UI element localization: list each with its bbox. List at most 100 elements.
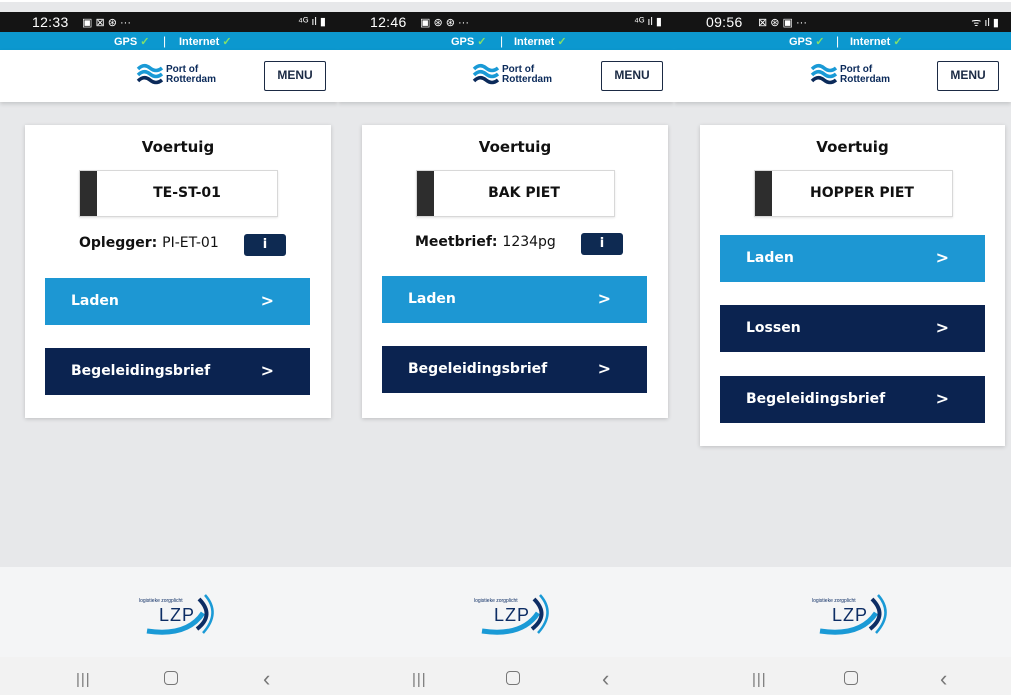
back-icon[interactable]: ‹	[602, 666, 609, 692]
internet-check-icon: ✓	[222, 36, 232, 48]
gps-check-icon: ✓	[815, 36, 825, 48]
vehicle-id: TE-ST-01	[153, 185, 221, 201]
lzp-logo: logistieke zorgplicht LZP	[472, 589, 562, 639]
info-value: 1234pg	[502, 234, 556, 250]
begeleidingsbrief-label: Begeleidingsbrief	[408, 361, 548, 377]
signal-icons: ⁴ᴳ ıl ▮	[298, 16, 326, 28]
lossen-button[interactable]: Lossen >	[720, 305, 985, 352]
footer: logistieke zorgplicht LZP	[0, 567, 338, 657]
internet-check-icon: ✓	[893, 36, 903, 48]
lzp-tagline: logistieke zorgplicht	[812, 598, 856, 604]
logo-text: Port of Rotterdam	[502, 64, 553, 85]
info-key: Oplegger:	[79, 235, 158, 251]
internet-label: Internet	[179, 36, 220, 48]
gps-check-icon: ✓	[477, 36, 487, 48]
home-icon[interactable]	[506, 671, 520, 685]
gps-label: GPS	[114, 36, 138, 48]
vehicle-indicator	[80, 171, 97, 216]
chevron-right-icon: >	[597, 359, 611, 378]
separator: |	[500, 34, 504, 48]
app-header: Port of Rotterdam MENU	[674, 50, 1011, 102]
footer: logistieke zorgplicht LZP	[338, 567, 674, 657]
status-time: 12:46	[370, 14, 407, 30]
separator: |	[163, 34, 167, 48]
chevron-right-icon: >	[260, 361, 274, 380]
home-icon[interactable]	[164, 671, 178, 685]
lzp-text: LZP	[832, 605, 869, 625]
connection-bar: GPS ✓ | Internet ✓	[0, 32, 338, 50]
info-button[interactable]: i	[244, 234, 286, 256]
waves-logo-icon	[810, 64, 838, 85]
menu-button[interactable]: MENU	[937, 61, 999, 91]
status-time: 09:56	[706, 14, 743, 30]
lzp-logo: logistieke zorgplicht LZP	[137, 589, 227, 639]
cropped-caption: oggin	[338, 0, 674, 2]
laden-button[interactable]: Laden >	[720, 235, 985, 282]
recent-apps-icon[interactable]: |||	[76, 671, 91, 688]
menu-button[interactable]: MENU	[601, 61, 663, 91]
signal-icons: ⁴ᴳ ıl ▮	[634, 16, 662, 28]
phone-screen-1: oggin 12:33 ▣ ⊠ ⊛ ··· ⁴ᴳ ıl ▮ GPS ✓ | In…	[0, 0, 338, 695]
home-icon[interactable]	[844, 671, 858, 685]
vehicle-selector[interactable]: HOPPER PIET	[754, 170, 953, 217]
android-nav-bar: ||| ‹	[338, 657, 674, 695]
vehicle-card: Voertuig TE-ST-01 Oplegger: PI-ET-01 i L…	[25, 125, 331, 418]
gps-label: GPS	[451, 36, 475, 48]
info-button[interactable]: i	[581, 233, 623, 255]
measurement-info: Meetbrief: 1234pg	[415, 234, 556, 250]
signal-icons: ᯤ ıl ▮	[971, 17, 999, 29]
chevron-right-icon: >	[260, 291, 274, 310]
status-bar: 12:33 ▣ ⊠ ⊛ ··· ⁴ᴳ ıl ▮	[0, 12, 338, 32]
vehicle-selector[interactable]: BAK PIET	[416, 170, 615, 217]
cropped-caption: oggin	[0, 0, 338, 2]
notification-icons: ▣ ⊠ ⊛ ···	[82, 17, 131, 29]
logo-text: Port of Rotterdam	[840, 64, 891, 85]
lossen-label: Lossen	[746, 320, 801, 336]
notification-icons: ⊠ ⊛ ▣ ···	[758, 17, 807, 29]
back-icon[interactable]: ‹	[263, 666, 270, 692]
app-header: Port of Rotterdam MENU	[0, 50, 338, 102]
recent-apps-icon[interactable]: |||	[412, 671, 427, 688]
logo-text: Port of Rotterdam	[166, 64, 217, 85]
chevron-right-icon: >	[935, 389, 949, 408]
vehicle-selector[interactable]: TE-ST-01	[79, 170, 278, 217]
app-header: Port of Rotterdam MENU	[338, 50, 674, 102]
lzp-logo: logistieke zorgplicht LZP	[810, 589, 900, 639]
chevron-right-icon: >	[935, 248, 949, 267]
back-icon[interactable]: ‹	[940, 666, 947, 692]
begeleidingsbrief-button[interactable]: Begeleidingsbrief >	[382, 346, 647, 393]
recent-apps-icon[interactable]: |||	[752, 671, 767, 688]
chevron-right-icon: >	[597, 289, 611, 308]
laden-button[interactable]: Laden >	[45, 278, 310, 325]
begeleidingsbrief-button[interactable]: Begeleidingsbrief >	[45, 348, 310, 395]
card-title: Voertuig	[478, 138, 552, 156]
menu-button[interactable]: MENU	[264, 61, 326, 91]
footer: logistieke zorgplicht LZP	[674, 567, 1011, 657]
android-nav-bar: ||| ‹	[0, 657, 338, 695]
begeleidingsbrief-button[interactable]: Begeleidingsbrief >	[720, 376, 985, 423]
laden-button[interactable]: Laden >	[382, 276, 647, 323]
info-value: PI-ET-01	[162, 235, 219, 251]
trailer-info: Oplegger: PI-ET-01	[79, 235, 219, 251]
chevron-right-icon: >	[935, 318, 949, 337]
gps-label: GPS	[789, 36, 813, 48]
card-title: Voertuig	[816, 138, 889, 156]
vehicle-card: Voertuig HOPPER PIET Laden > Lossen > Be…	[700, 125, 1005, 446]
status-bar: 09:56 ⊠ ⊛ ▣ ··· ᯤ ıl ▮	[674, 12, 1011, 32]
status-time: 12:33	[32, 14, 69, 30]
lzp-tagline: logistieke zorgplicht	[139, 598, 183, 604]
vehicle-card: Voertuig BAK PIET Meetbrief: 1234pg i La…	[362, 125, 668, 418]
card-title: Voertuig	[141, 138, 215, 156]
begeleidingsbrief-label: Begeleidingsbrief	[71, 363, 211, 379]
laden-label: Laden	[71, 293, 119, 309]
waves-logo-icon	[472, 64, 500, 85]
lzp-text: LZP	[159, 605, 196, 625]
lzp-tagline: logistieke zorgplicht	[474, 598, 518, 604]
notification-icons: ▣ ⊛ ⊛ ···	[420, 17, 469, 29]
begeleidingsbrief-label: Begeleidingsbrief	[746, 391, 886, 407]
vehicle-indicator	[755, 171, 772, 216]
internet-label: Internet	[514, 36, 555, 48]
vehicle-id: HOPPER PIET	[810, 185, 914, 201]
laden-label: Laden	[746, 250, 794, 266]
phone-screen-3: g (oper 09:56 ⊠ ⊛ ▣ ··· ᯤ ıl ▮ GPS ✓ | I…	[674, 0, 1011, 695]
